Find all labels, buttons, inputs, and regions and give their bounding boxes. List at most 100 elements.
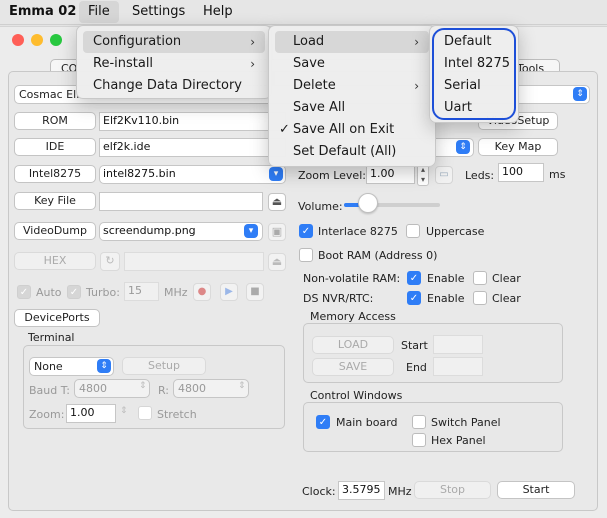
volume-label: Volume: <box>298 200 343 213</box>
hex-button[interactable]: HEX <box>14 252 96 270</box>
memory-save-button[interactable]: SAVE <box>312 358 394 376</box>
terminal-zoom-field[interactable]: 1.00 <box>66 404 116 423</box>
highlight-ring <box>432 28 516 120</box>
switch-panel-label: Switch Panel <box>431 416 501 429</box>
nonvolatile-enable-checkbox[interactable]: ✓ <box>407 271 421 285</box>
ide-file-field[interactable]: elf2k.ide <box>99 138 286 157</box>
chevron-updown-icon: ⇕ <box>139 381 147 391</box>
save-disk-icon[interactable]: ▣ <box>268 223 286 241</box>
play-icon[interactable]: ▶ <box>220 283 238 301</box>
boot-ram-checkbox[interactable] <box>299 248 313 262</box>
chevron-updown-icon[interactable]: ⇕ <box>456 140 470 154</box>
ide-button[interactable]: IDE <box>14 138 96 156</box>
fullscreen-icon[interactable]: ▭ <box>435 166 453 184</box>
zoom-window-icon[interactable] <box>50 34 62 46</box>
turbo-field[interactable]: 15 <box>124 282 159 301</box>
menu-file[interactable]: File <box>79 1 119 23</box>
videodump-file-combo[interactable]: screendump.png <box>99 222 263 241</box>
menu-item-delete[interactable]: Delete › <box>275 75 429 97</box>
rom-button[interactable]: ROM <box>14 112 96 130</box>
memory-load-button[interactable]: LOAD <box>312 336 394 354</box>
chevron-down-icon[interactable]: ▾ <box>244 224 258 238</box>
menu-item-configuration[interactable]: Configuration › <box>83 31 265 53</box>
auto-label: Auto <box>36 286 62 299</box>
main-board-checkbox[interactable]: ✓ <box>316 415 330 429</box>
configuration-submenu: Load › Save Delete › Save All ✓ Save All… <box>268 25 436 167</box>
terminal-zoom-label: Zoom: <box>29 408 65 421</box>
refresh-icon[interactable]: ↻ <box>100 252 120 271</box>
zoom-level-field[interactable]: 1.00 <box>366 165 415 184</box>
turbo-label: Turbo: <box>86 286 120 299</box>
menu-help[interactable]: Help <box>203 4 233 19</box>
intel8275-file-combo[interactable]: intel8275.bin <box>99 165 286 184</box>
close-window-icon[interactable] <box>12 34 24 46</box>
ds-nvr-enable-checkbox[interactable]: ✓ <box>407 291 421 305</box>
clock-label: Clock: <box>302 485 336 498</box>
interlace-label: Interlace 8275 <box>318 225 398 238</box>
chevron-right-icon: › <box>250 35 255 49</box>
hex-file-field[interactable] <box>124 252 264 271</box>
menu-item-label: Save <box>293 56 325 71</box>
device-ports-button[interactable]: DevicePorts <box>14 309 100 327</box>
menu-item-reinstall[interactable]: Re-install › <box>83 53 265 75</box>
memory-end-field[interactable] <box>433 357 483 376</box>
chevron-updown-icon[interactable]: ⇕ <box>97 359 111 373</box>
checkmark-icon: ✓ <box>279 122 290 137</box>
menu-item-set-default-all[interactable]: Set Default (All) <box>275 141 429 163</box>
key-file-button[interactable]: Key File <box>14 192 96 210</box>
menu-item-label: Save All on Exit <box>293 122 395 137</box>
eject-icon[interactable]: ⏏ <box>268 253 286 271</box>
chevron-updown-icon: ⇕ <box>238 381 246 391</box>
volume-slider-knob[interactable] <box>358 193 378 213</box>
app-menu[interactable]: Emma 02 <box>9 4 76 19</box>
switch-panel-checkbox[interactable] <box>412 415 426 429</box>
leds-label: Leds: <box>465 169 495 182</box>
nonvolatile-clear-label: Clear <box>492 272 521 285</box>
file-menu: Configuration › Re-install › Change Data… <box>76 25 272 99</box>
turbo-checkbox[interactable]: ✓ <box>67 285 81 299</box>
menu-item-label: Load <box>293 34 325 49</box>
interlace-checkbox[interactable]: ✓ <box>299 224 313 238</box>
intel8275-button[interactable]: Intel8275 <box>14 165 96 183</box>
rom-file-field[interactable]: Elf2Kv110.bin <box>99 112 286 131</box>
chevron-down-icon[interactable]: ▾ <box>269 167 283 181</box>
nonvolatile-clear-checkbox[interactable] <box>473 271 487 285</box>
minimize-window-icon[interactable] <box>31 34 43 46</box>
chevron-updown-icon[interactable]: ⇕ <box>573 87 587 101</box>
zoom-stepper-icon[interactable]: ▴ ▾ <box>417 164 429 186</box>
menu-item-save[interactable]: Save <box>275 53 429 75</box>
ds-nvr-enable-label: Enable <box>427 292 465 305</box>
terminal-setup-button[interactable]: Setup <box>122 357 206 375</box>
eject-icon[interactable]: ⏏ <box>268 193 286 211</box>
chevron-right-icon: › <box>414 35 419 49</box>
menu-item-save-all[interactable]: Save All <box>275 97 429 119</box>
ds-nvr-clear-checkbox[interactable] <box>473 291 487 305</box>
stretch-checkbox[interactable] <box>138 406 152 420</box>
uppercase-label: Uppercase <box>426 225 485 238</box>
memory-end-label: End <box>406 361 427 374</box>
uppercase-checkbox[interactable] <box>406 224 420 238</box>
menu-item-label: Delete <box>293 78 336 93</box>
zoom-level-label: Zoom Level: <box>298 169 366 182</box>
menu-bar: Emma 02 File Settings Help <box>0 0 607 25</box>
stepper-icon[interactable]: ⇕ <box>120 406 128 416</box>
record-icon[interactable]: ● <box>193 283 211 301</box>
memory-start-field[interactable] <box>433 335 483 354</box>
key-file-field[interactable] <box>99 192 263 211</box>
nonvolatile-label: Non-volatile RAM: <box>303 272 401 285</box>
auto-checkbox[interactable]: ✓ <box>17 285 31 299</box>
menu-item-load[interactable]: Load › <box>275 31 429 53</box>
stop-button[interactable]: Stop <box>414 481 491 499</box>
leds-field[interactable]: 100 <box>498 163 544 182</box>
menu-item-change-data-directory[interactable]: Change Data Directory <box>83 75 265 97</box>
baud-r-label: R: <box>158 384 170 397</box>
key-map-button[interactable]: Key Map <box>478 138 558 156</box>
hex-panel-checkbox[interactable] <box>412 433 426 447</box>
menu-item-save-all-on-exit[interactable]: ✓ Save All on Exit <box>275 119 429 141</box>
videodump-button[interactable]: VideoDump <box>14 222 96 240</box>
menu-settings[interactable]: Settings <box>132 4 185 19</box>
clock-field[interactable]: 3.5795 <box>338 481 385 500</box>
stop-icon[interactable]: ■ <box>246 283 264 301</box>
start-button[interactable]: Start <box>497 481 575 499</box>
menu-item-label: Set Default (All) <box>293 144 397 159</box>
